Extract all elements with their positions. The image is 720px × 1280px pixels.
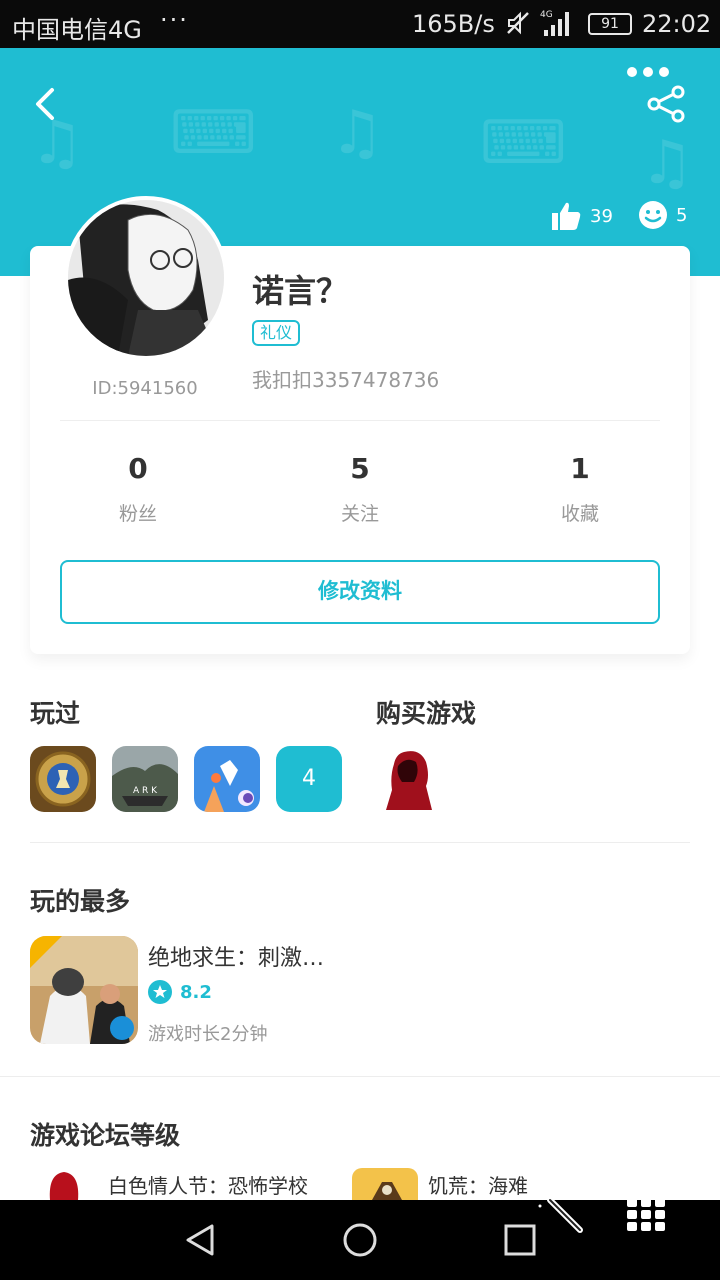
star-icon	[148, 980, 172, 1004]
stat-label: 收藏	[560, 503, 599, 525]
favorites-stat[interactable]: 1 收藏	[500, 452, 660, 526]
battery-icon: 91	[588, 13, 632, 35]
played-game-ark[interactable]: A R K	[112, 746, 178, 812]
nav-recents-icon[interactable]	[500, 1220, 540, 1260]
stat-value: 1	[570, 452, 590, 485]
section-divider	[0, 1076, 720, 1077]
user-bio: 我扣扣3357478736	[252, 368, 440, 392]
forum-game-icon[interactable]	[352, 1168, 418, 1200]
back-button[interactable]	[28, 84, 64, 124]
forum-game-name[interactable]: 饥荒：海难	[428, 1170, 528, 1199]
gamepad-icon: ⌨	[170, 98, 257, 168]
nav-back-icon[interactable]	[180, 1220, 220, 1260]
music-note-icon: ♫	[330, 98, 384, 168]
played-game-monument-valley[interactable]	[194, 746, 260, 812]
purchased-section-title: 购买游戏	[376, 699, 477, 728]
smiles-stat[interactable]: 5	[638, 200, 687, 230]
stat-label: 粉丝	[118, 503, 157, 525]
signal-icon: 4G	[540, 10, 569, 36]
played-more-count[interactable]: 4	[276, 746, 342, 812]
svg-text:A R K: A R K	[133, 786, 158, 796]
stat-value: 5	[350, 452, 370, 485]
more-notifications-icon: ···	[160, 6, 189, 34]
mute-icon	[507, 11, 529, 35]
clock: 22:02	[642, 10, 712, 38]
gamepad-icon: ⌨	[480, 108, 567, 178]
forum-game-icon[interactable]	[40, 1168, 90, 1200]
carrier-label: 中国电信4G	[12, 16, 142, 44]
smiles-count: 5	[676, 204, 688, 226]
purchased-game-icon[interactable]	[376, 746, 442, 812]
status-bar: 中国电信4G ··· 165B/s 4G 91 22:02	[0, 0, 720, 48]
section-divider	[30, 842, 690, 843]
more-options-button[interactable]	[624, 62, 672, 82]
stat-label: 关注	[340, 503, 379, 525]
divider	[60, 420, 660, 421]
smile-icon	[639, 201, 667, 229]
most-played-section-title: 玩的最多	[30, 887, 131, 916]
share-button[interactable]	[644, 84, 688, 124]
magic-wand-icon[interactable]	[536, 1186, 586, 1236]
likes-count: 39	[590, 205, 613, 227]
music-note-icon: ♫	[640, 128, 694, 198]
forum-level-section-title: 游戏论坛等级	[30, 1121, 181, 1150]
user-tag-badge[interactable]: 礼仪	[252, 320, 301, 346]
username: 诺言？	[252, 272, 349, 310]
fans-stat[interactable]: 0 粉丝	[58, 452, 218, 526]
grid-menu-icon[interactable]	[626, 1196, 666, 1232]
played-game-hearthstone[interactable]	[30, 746, 96, 812]
most-played-game-icon[interactable]	[30, 936, 138, 1044]
user-id: ID:5941560	[92, 378, 198, 399]
nav-home-icon[interactable]	[340, 1220, 380, 1260]
game-rating: 8.2	[148, 980, 212, 1004]
played-section-title: 玩过	[30, 699, 81, 728]
network-speed: 165B/s	[412, 10, 495, 38]
play-time: 游戏时长2分钟	[148, 1024, 268, 1045]
forum-game-name[interactable]: 白色情人节：恐怖学校	[108, 1170, 308, 1199]
stat-value: 0	[128, 452, 148, 485]
likes-stat[interactable]: 39	[550, 200, 613, 232]
following-stat[interactable]: 5 关注	[280, 452, 440, 526]
avatar[interactable]	[64, 196, 228, 360]
network-type: 4G	[540, 10, 553, 20]
most-played-game-name[interactable]: 绝地求生：刺激…	[148, 940, 324, 972]
edit-profile-button[interactable]: 修改资料	[60, 560, 660, 624]
system-navigation-bar	[0, 1200, 720, 1280]
thumbs-up-icon	[552, 202, 581, 230]
rating-value: 8.2	[180, 981, 212, 1003]
